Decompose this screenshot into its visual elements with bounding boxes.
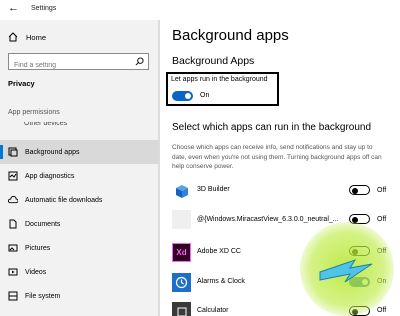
sidebar-scrollbar[interactable]: [158, 20, 160, 316]
app-name: Adobe XD CC: [197, 248, 241, 255]
sidebar-item-label: Videos: [25, 268, 47, 276]
sidebar-item-documents[interactable]: Documents: [0, 212, 158, 236]
sidebar-item-app-diagnostics[interactable]: App diagnostics: [0, 164, 158, 188]
category-title: Privacy: [8, 79, 35, 88]
pictures-icon: [8, 243, 18, 253]
app-list-heading: Select which apps can run in the backgro…: [172, 122, 372, 133]
toggle-knob: [352, 187, 358, 194]
home-link[interactable]: Home: [8, 32, 46, 42]
sidebar-item-other-devices[interactable]: Other devices: [24, 122, 67, 129]
file-system-icon: [8, 291, 18, 301]
app-toggle-state: Off: [377, 187, 387, 194]
sidebar-item-label: File system: [25, 292, 61, 300]
sidebar-item-label: Background apps: [25, 148, 80, 156]
app-list-description: Choose which apps can receive info, send…: [172, 144, 382, 170]
videos-icon: [8, 267, 18, 277]
alarm-clock-icon: [172, 273, 191, 292]
back-arrow-icon[interactable]: ←: [8, 2, 19, 14]
app-diagnostics-icon: [8, 171, 18, 181]
document-icon: [8, 219, 18, 229]
master-toggle[interactable]: [172, 91, 193, 101]
app-name: 3D Builder: [197, 186, 230, 193]
app-name: Calculator: [197, 307, 229, 314]
app-toggle-3d-builder[interactable]: [349, 185, 370, 195]
section-subtitle: Background Apps: [172, 55, 255, 67]
section-title: App permissions: [8, 109, 60, 116]
window-title: Settings: [31, 5, 57, 12]
background-apps-icon: [8, 147, 18, 157]
sidebar: Home Privacy App permissions Other devic…: [0, 20, 160, 316]
calculator-icon: [172, 302, 191, 316]
watermark-logo: [300, 222, 394, 316]
sidebar-item-videos[interactable]: Videos: [0, 260, 158, 284]
app-name: Alarms & Clock: [197, 278, 245, 285]
sidebar-item-label: Automatic file downloads: [25, 196, 103, 204]
sidebar-item-label: Documents: [25, 220, 61, 228]
search-icon[interactable]: [135, 57, 144, 66]
search-box[interactable]: [8, 53, 149, 73]
search-input[interactable]: [9, 58, 129, 73]
adobe-xd-icon: Xd: [172, 243, 191, 262]
cloud-icon: [8, 195, 18, 205]
master-toggle-state: On: [200, 92, 210, 99]
home-label: Home: [26, 32, 47, 42]
sidebar-item-label: App diagnostics: [25, 172, 75, 180]
toggle-knob: [185, 93, 191, 99]
sidebar-item-file-system[interactable]: File system: [0, 284, 158, 308]
blank-app-icon: [172, 210, 191, 229]
sidebar-item-background-apps[interactable]: Background apps: [0, 140, 158, 164]
sidebar-item-label: Pictures: [25, 244, 51, 252]
page-title: Background apps: [172, 27, 289, 44]
title-bar: ← Settings: [0, 0, 400, 20]
home-icon: [8, 32, 18, 42]
sidebar-item-automatic-file-downloads[interactable]: Automatic file downloads: [0, 188, 158, 212]
master-toggle-label: Let apps run in the background: [171, 76, 268, 83]
3d-builder-icon: [172, 182, 191, 201]
sidebar-item-pictures[interactable]: Pictures: [0, 236, 158, 260]
